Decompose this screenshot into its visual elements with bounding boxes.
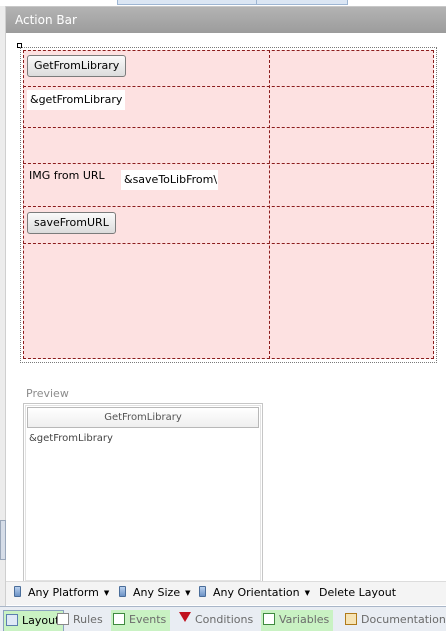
preview-frame	[25, 405, 261, 581]
tab-rules[interactable]: Rules	[55, 610, 107, 631]
table-row-divider	[23, 206, 434, 207]
tab-variables[interactable]: Variables	[261, 610, 334, 631]
delete-layout-link[interactable]: Delete Layout	[319, 586, 396, 600]
device-icon	[199, 586, 206, 597]
table-column-divider	[269, 50, 270, 359]
get-from-library-button[interactable]: GetFromLibrary	[27, 55, 127, 77]
preview-label: Preview	[26, 387, 69, 400]
events-icon	[113, 613, 125, 625]
tab-documentation[interactable]: Documentation	[343, 610, 446, 631]
layout-icon	[6, 614, 18, 626]
save-from-url-button[interactable]: saveFromURL	[27, 212, 116, 234]
chevron-down-icon: ▼	[304, 589, 310, 597]
chevron-down-icon: ▼	[103, 589, 110, 597]
tab-label: Rules	[73, 613, 103, 626]
tab-conditions[interactable]: Conditions	[177, 610, 257, 631]
img-from-url-label: IMG from URL	[29, 169, 105, 182]
preview-get-from-library-field: &getFromLibrary	[29, 433, 113, 444]
size-label: Any Size	[133, 586, 181, 599]
table-row-divider	[23, 127, 434, 128]
table-row-divider	[23, 163, 434, 164]
filter-icon	[179, 612, 191, 624]
tab-label: Conditions	[195, 613, 254, 626]
tab-label: Layout	[22, 614, 60, 627]
size-dropdown[interactable]: Any Size ▼	[119, 586, 190, 600]
variables-icon	[263, 613, 275, 625]
platform-dropdown[interactable]: Any Platform ▼	[14, 586, 109, 600]
tab-label: Documentation	[361, 613, 446, 626]
chevron-down-icon: ▼	[185, 589, 191, 597]
table-row-divider	[23, 86, 434, 87]
table-row-divider	[23, 243, 434, 244]
tab-label: Events	[129, 613, 167, 626]
action-bar-header: Action Bar	[6, 6, 446, 33]
tab-label: Variables	[279, 613, 330, 626]
platform-label: Any Platform	[28, 586, 99, 599]
top-tab-fragment	[256, 0, 348, 5]
top-tab-fragment	[117, 0, 257, 5]
get-from-library-field[interactable]: &getFromLibrary	[27, 90, 125, 110]
device-icon	[14, 586, 21, 597]
device-icon	[119, 586, 126, 597]
preview-get-from-library-button: GetFromLibrary	[27, 407, 259, 428]
orientation-dropdown[interactable]: Any Orientation ▼	[199, 586, 310, 600]
save-to-lib-field[interactable]: &saveToLibFrom\	[121, 170, 218, 190]
documentation-icon	[345, 613, 357, 625]
tab-events[interactable]: Events	[111, 610, 171, 631]
rules-icon	[57, 613, 69, 625]
orientation-label: Any Orientation	[213, 586, 300, 599]
